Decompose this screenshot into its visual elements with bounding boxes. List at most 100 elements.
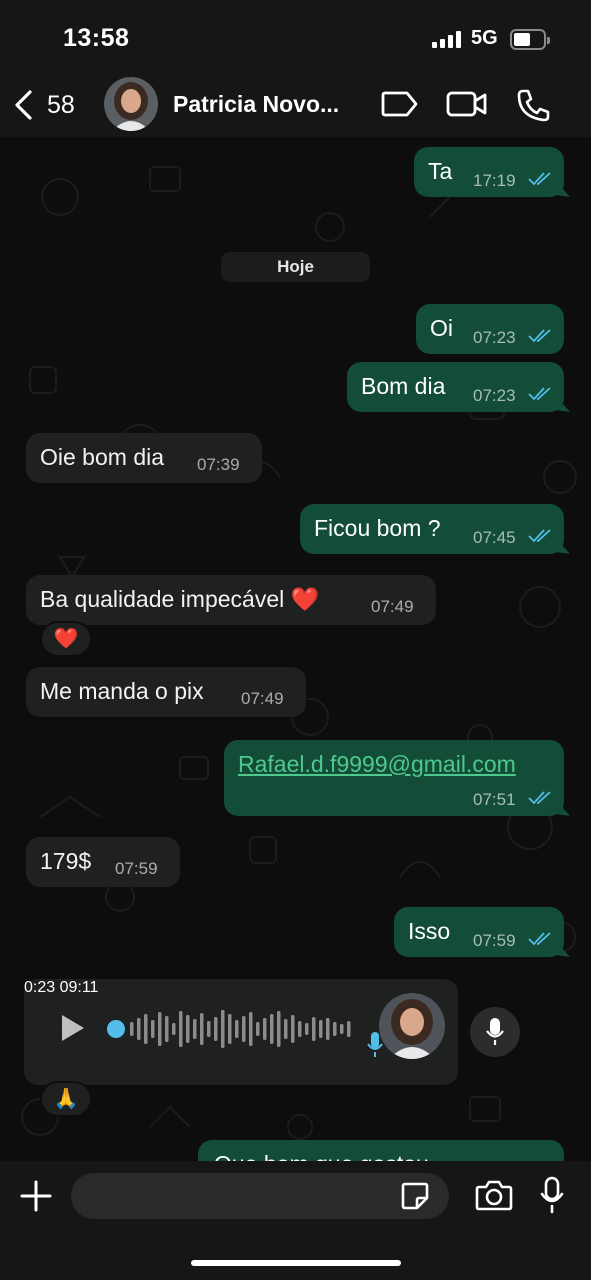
waveform-bar <box>312 1017 316 1041</box>
waveform-bar <box>326 1018 330 1040</box>
waveform-bar <box>340 1024 344 1034</box>
status-bar: 13:58 5G <box>0 0 591 75</box>
home-indicator <box>191 1260 401 1266</box>
message-bubble-incoming[interactable]: Ba qualidade impecável ❤️ 07:49 <box>26 575 436 625</box>
message-bubble-outgoing[interactable]: Ta 17:19 <box>414 147 570 197</box>
read-ticks-icon <box>528 932 551 946</box>
message-reaction[interactable]: 🙏 <box>40 1081 92 1117</box>
message-bubble-incoming[interactable]: 179$ 07:59 <box>26 837 180 887</box>
waveform-bar <box>193 1019 197 1039</box>
sticker-icon[interactable] <box>400 1181 430 1211</box>
message-text: Bom dia <box>361 373 446 399</box>
mic-icon[interactable] <box>539 1176 565 1214</box>
message-bubble-incoming[interactable]: Oie bom dia 07:39 <box>26 433 262 483</box>
message-time: 07:23 <box>473 328 516 347</box>
message-text: Ba qualidade impecável ❤️ <box>40 586 320 612</box>
bubble-tail <box>556 941 570 957</box>
waveform-bar <box>249 1012 253 1046</box>
play-icon[interactable] <box>60 1013 86 1043</box>
message-time: 07:49 <box>241 689 284 708</box>
waveform-bar <box>242 1016 246 1042</box>
mic-icon <box>367 1032 383 1057</box>
message-time: 07:59 <box>473 931 516 950</box>
message-text: Ta <box>428 158 453 184</box>
message-time: 09:11 <box>59 979 99 996</box>
message-text: Ficou bom ? <box>314 515 441 541</box>
message-time: 07:45 <box>473 528 516 547</box>
waveform-bar <box>207 1021 211 1037</box>
message-text: Oi <box>430 315 453 341</box>
waveform-bar <box>144 1014 148 1044</box>
message-reaction[interactable]: ❤️ <box>40 621 92 657</box>
message-time: 17:19 <box>473 171 516 190</box>
waveform-bar <box>221 1010 225 1048</box>
date-separator: Hoje <box>221 252 370 282</box>
bubble-tail <box>556 538 570 554</box>
message-bubble-outgoing[interactable]: Bom dia 07:23 <box>347 362 570 412</box>
waveform-bar <box>298 1021 302 1037</box>
video-call-icon[interactable] <box>446 88 488 120</box>
label-tag-icon[interactable] <box>381 88 419 120</box>
status-time: 13:58 <box>63 24 130 52</box>
message-bubble-outgoing[interactable]: Oi 07:23 <box>416 304 564 354</box>
waveform-bar <box>200 1013 204 1045</box>
network-type: 5G <box>471 27 498 49</box>
message-bubble-outgoing[interactable]: Rafael.d.f9999@gmail.com 07:51 <box>224 740 570 816</box>
bubble-tail <box>556 396 570 412</box>
unread-count[interactable]: 58 <box>47 91 75 120</box>
voice-elapsed: 0:23 <box>24 979 56 996</box>
waveform-bar <box>291 1015 295 1043</box>
message-bubble-outgoing[interactable]: Ficou bom ? 07:45 <box>300 504 570 554</box>
waveform-bar <box>151 1020 155 1038</box>
bubble-tail <box>556 181 570 197</box>
camera-icon[interactable] <box>475 1178 513 1212</box>
waveform-bar <box>228 1014 232 1044</box>
waveform-bar <box>214 1017 218 1041</box>
read-ticks-icon <box>528 529 551 543</box>
message-bubble-outgoing[interactable]: Que bom que gostou <box>198 1140 564 1161</box>
voice-transcribe-button[interactable] <box>470 1007 520 1057</box>
voice-message-bubble[interactable]: 0:23 09:11 <box>24 979 458 1085</box>
waveform-bar <box>347 1021 351 1037</box>
battery-icon <box>510 29 550 50</box>
bubble-tail <box>556 800 570 816</box>
read-ticks-icon <box>528 387 551 401</box>
message-bubble-incoming[interactable]: Me manda o pix 07:49 <box>26 667 306 717</box>
signal-icon <box>432 31 462 48</box>
waveform-bar <box>130 1022 134 1036</box>
message-time: 07:49 <box>371 597 414 616</box>
waveform-bar <box>333 1022 337 1036</box>
voice-avatar <box>379 993 445 1059</box>
waveform-bar <box>319 1020 323 1038</box>
plus-icon[interactable] <box>19 1179 53 1213</box>
read-ticks-icon <box>528 791 551 805</box>
message-text: Que bom que gostou <box>214 1151 429 1161</box>
message-text: Isso <box>408 918 451 944</box>
message-time: 07:39 <box>197 455 240 474</box>
message-time: 07:59 <box>115 859 158 878</box>
waveform[interactable] <box>106 1003 356 1055</box>
avatar[interactable] <box>104 77 158 131</box>
waveform-bar <box>305 1023 309 1035</box>
waveform-bar <box>263 1018 267 1040</box>
mic-icon <box>486 1018 504 1045</box>
waveform-bar <box>165 1016 169 1042</box>
chat-area[interactable]: Ta 17:19 Hoje Oi 07:23 Bom dia 07:23 Oie… <box>0 137 591 1161</box>
message-text: 179$ <box>40 848 92 874</box>
read-ticks-icon <box>528 329 551 343</box>
message-input[interactable] <box>71 1173 449 1219</box>
chat-header: 58 Patricia Novo... <box>0 75 591 137</box>
waveform-bar <box>186 1015 190 1043</box>
message-time: 07:51 <box>473 790 516 809</box>
email-link[interactable]: Rafael.d.f9999@gmail.com <box>238 751 516 778</box>
waveform-bar <box>284 1019 288 1039</box>
message-text: Me manda o pix <box>40 678 204 704</box>
read-ticks-icon <box>528 172 551 186</box>
message-time: 07:23 <box>473 386 516 405</box>
contact-name[interactable]: Patricia Novo... <box>173 91 339 118</box>
waveform-bar <box>179 1011 183 1047</box>
message-text: Oie bom dia <box>40 444 165 470</box>
phone-icon[interactable] <box>515 88 551 122</box>
message-bubble-outgoing[interactable]: Isso 07:59 <box>394 907 570 957</box>
back-chevron-icon[interactable] <box>12 88 36 122</box>
